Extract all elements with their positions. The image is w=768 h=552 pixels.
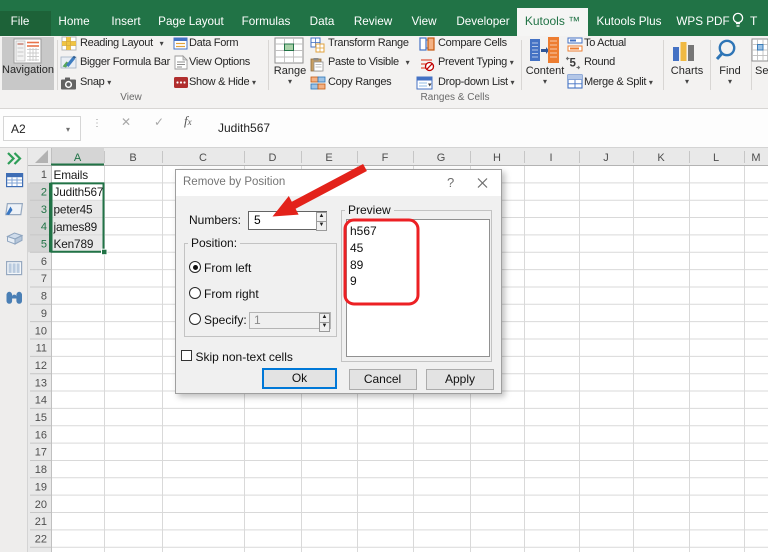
svg-text:J: J	[603, 152, 609, 164]
svg-text:15: 15	[35, 412, 47, 424]
svg-text:5: 5	[41, 239, 47, 251]
svg-text:22: 22	[35, 533, 47, 545]
svg-text:14: 14	[35, 395, 47, 407]
svg-text:4: 4	[41, 221, 47, 233]
svg-text:19: 19	[35, 481, 47, 493]
svg-text:C: C	[199, 152, 207, 164]
svg-text:T: T	[750, 14, 758, 28]
svg-text:peter45: peter45	[54, 203, 94, 217]
svg-text:17: 17	[35, 447, 47, 459]
svg-text:E: E	[325, 152, 332, 164]
svg-text:9: 9	[41, 308, 47, 320]
svg-text:12: 12	[35, 360, 47, 372]
svg-text:20: 20	[35, 499, 47, 511]
svg-text:18: 18	[35, 464, 47, 476]
svg-text:5: 5	[570, 58, 577, 70]
svg-text:Emails: Emails	[54, 168, 89, 182]
svg-text:3: 3	[41, 204, 47, 216]
svg-text:james89: james89	[53, 220, 98, 234]
svg-text:11: 11	[36, 343, 47, 355]
svg-text:F: F	[382, 152, 389, 164]
svg-text:A: A	[74, 152, 82, 164]
svg-text:13: 13	[35, 377, 47, 389]
svg-text:H: H	[493, 152, 501, 164]
svg-text:D: D	[269, 152, 277, 164]
svg-text:I: I	[549, 152, 552, 164]
svg-text:G: G	[437, 152, 446, 164]
svg-text:8: 8	[41, 291, 47, 303]
svg-text:L: L	[713, 152, 719, 164]
svg-text:16: 16	[35, 429, 47, 441]
svg-text:6: 6	[41, 256, 47, 268]
svg-text:Judith567: Judith567	[54, 185, 104, 199]
svg-text:M: M	[751, 152, 760, 164]
svg-text:1: 1	[41, 169, 47, 181]
svg-text:B: B	[129, 152, 136, 164]
svg-text:21: 21	[35, 516, 47, 528]
svg-text:K: K	[657, 152, 665, 164]
svg-text:Ken789: Ken789	[54, 237, 94, 251]
svg-text:10: 10	[35, 325, 47, 337]
svg-text:7: 7	[41, 273, 47, 285]
svg-text:2: 2	[41, 186, 47, 198]
